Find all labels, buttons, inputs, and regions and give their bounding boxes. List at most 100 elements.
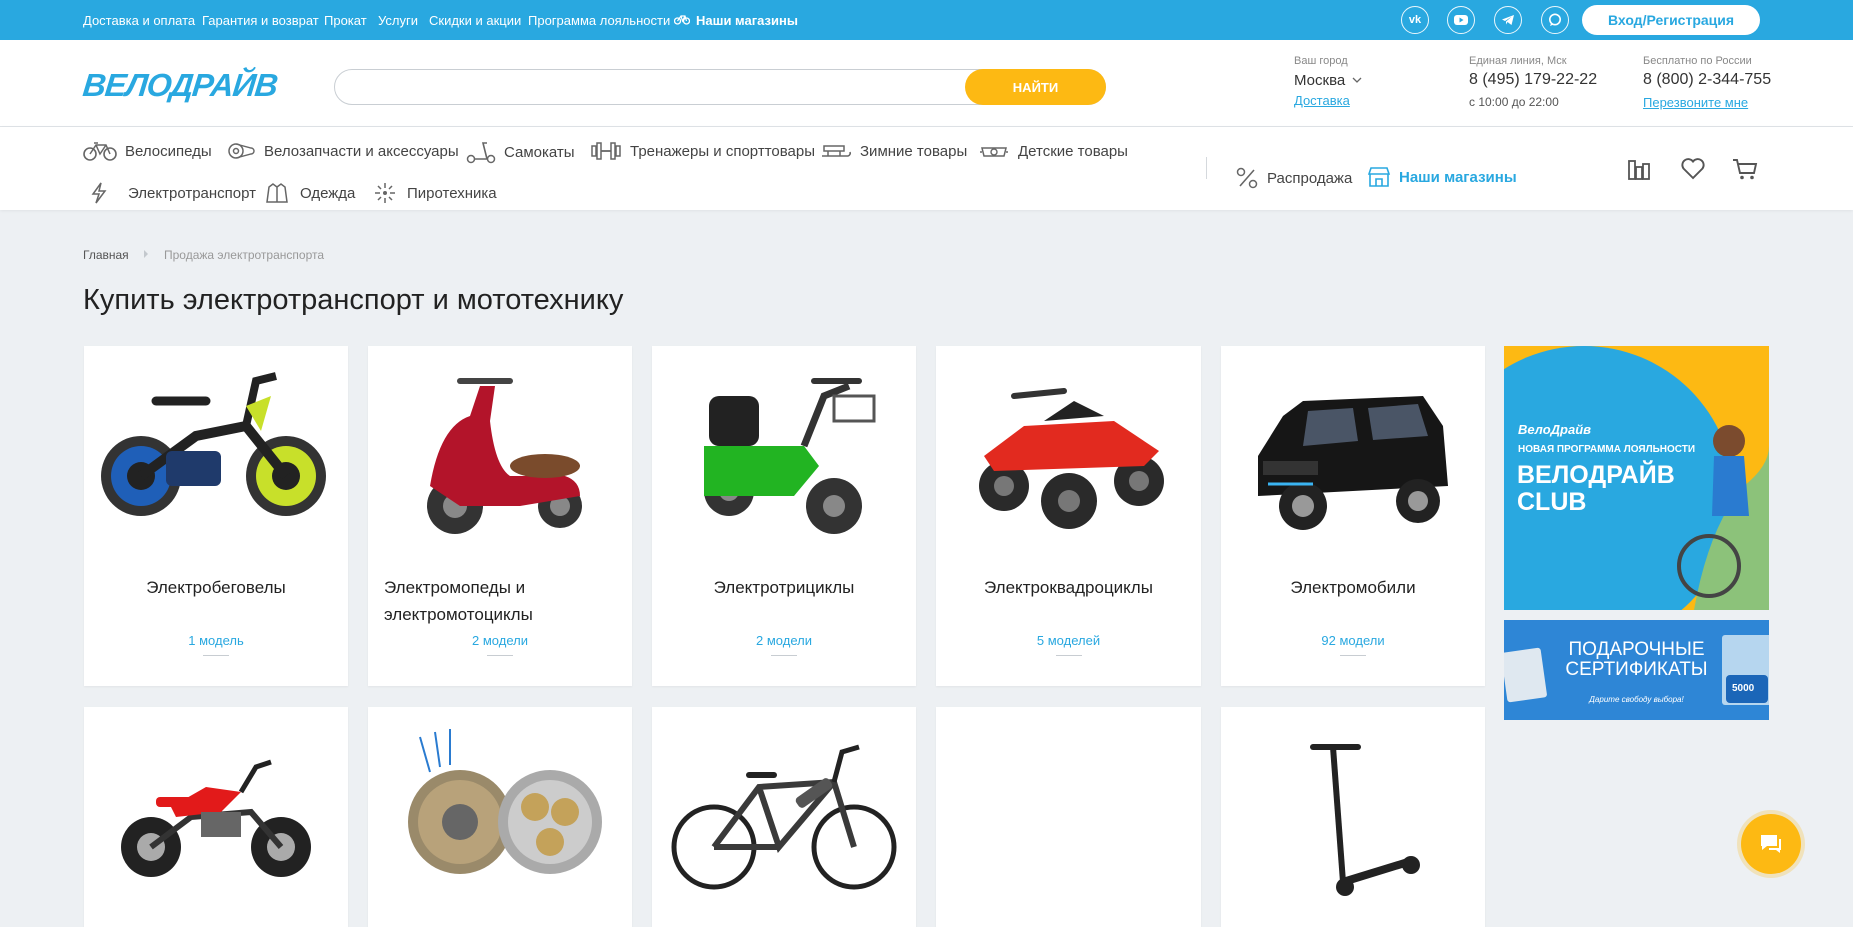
loyalty-subtitle: НОВАЯ ПРОГРАММА ЛОЯЛЬНОСТИ <box>1518 444 1696 455</box>
login-button[interactable]: Вход/Регистрация <box>1582 5 1760 35</box>
hotline-phone[interactable]: 8 (495) 179-22-22 <box>1469 71 1597 89</box>
loyalty-banner[interactable]: ВелоДрайв НОВАЯ ПРОГРАММА ЛОЯЛЬНОСТИ ВЕЛ… <box>1504 346 1769 610</box>
category-count: 5 моделей <box>1036 633 1101 648</box>
top-link-rental[interactable]: Прокат <box>324 13 367 28</box>
compare-icon[interactable] <box>1627 157 1651 181</box>
category-image <box>368 707 632 917</box>
top-link-delivery[interactable]: Доставка и оплата <box>83 13 195 28</box>
nav-item-kids[interactable]: Детские товары <box>978 140 1128 162</box>
firework-icon <box>374 182 396 204</box>
loyalty-title-line1: ВЕЛОДРАЙВ <box>1517 461 1675 489</box>
breadcrumb-home[interactable]: Главная <box>83 248 129 262</box>
city-label: Ваш город <box>1294 55 1348 67</box>
category-count: 2 модели <box>472 633 528 648</box>
category-card[interactable] <box>652 707 916 927</box>
card-divider <box>1340 655 1366 656</box>
category-image <box>84 707 348 917</box>
youtube-icon[interactable] <box>1447 6 1475 34</box>
loyalty-title: ВЕЛОДРАЙВ CLUB <box>1517 462 1675 516</box>
jacket-icon <box>265 182 289 204</box>
nav-item-label: Электротранспорт <box>128 184 257 202</box>
search-input[interactable] <box>353 70 973 104</box>
nav-item-label: Велосипеды <box>125 142 212 160</box>
sled-icon <box>820 140 852 162</box>
category-card[interactable]: Электромобили 92 модели <box>1221 346 1485 686</box>
telegram-icon[interactable] <box>1494 6 1522 34</box>
card-divider <box>1055 655 1082 656</box>
category-title: Электротрициклы <box>713 578 855 597</box>
nav-stores-label: Наши магазины <box>1399 168 1517 186</box>
category-card[interactable] <box>1221 707 1485 927</box>
category-title: Электроквадроциклы <box>984 578 1153 597</box>
category-title: Электробеговелы <box>146 578 286 597</box>
nav-item-label: Тренажеры и спорттовары <box>630 142 816 160</box>
nav-item-parts[interactable]: Велозапчасти и аксессуары <box>226 140 459 162</box>
category-card[interactable]: Электромопеды и электромотоциклы 2 модел… <box>368 346 632 686</box>
chat-bubble-icon[interactable] <box>1541 6 1569 34</box>
chat-button[interactable] <box>1741 814 1801 874</box>
nav-sale[interactable]: Распродажа <box>1235 166 1352 190</box>
stroller-icon <box>978 140 1010 162</box>
top-link-stores[interactable]: Наши магазины <box>696 13 798 28</box>
logo[interactable]: ВЕЛОДРАЙВ <box>81 67 279 104</box>
category-card[interactable]: Электроквадроциклы 5 моделей <box>936 346 1201 686</box>
category-image <box>1221 707 1485 917</box>
nav-item-label: Самокаты <box>504 143 575 161</box>
nav-stores[interactable]: Наши магазины <box>1367 166 1517 188</box>
free-call-phone[interactable]: 8 (800) 2-344-755 <box>1643 71 1771 89</box>
category-card[interactable] <box>84 707 348 927</box>
category-card[interactable] <box>936 707 1201 927</box>
breadcrumb-separator-icon <box>143 249 149 259</box>
gift-title-line2: СЕРТИФИКАТЫ <box>1565 659 1708 680</box>
top-link-loyalty[interactable]: Программа лояльности <box>528 13 670 28</box>
top-link-warranty[interactable]: Гарантия и возврат <box>202 13 319 28</box>
nav-item-fitness[interactable]: Тренажеры и спорттовары <box>590 140 815 162</box>
nav-item-label: Зимние товары <box>860 142 968 160</box>
category-card[interactable]: Электротрициклы 2 модели <box>652 346 916 686</box>
nav-item-label: Пиротехника <box>407 184 497 202</box>
card-divider <box>487 655 513 656</box>
breadcrumb-current: Продажа электротранспорта <box>164 248 325 262</box>
gift-title-line1: ПОДАРОЧНЫЕ <box>1568 639 1705 660</box>
free-call-label: Бесплатно по России <box>1643 55 1752 67</box>
top-link-services[interactable]: Услуги <box>378 13 418 28</box>
top-link-discounts[interactable]: Скидки и акции <box>429 13 521 28</box>
category-card[interactable] <box>368 707 632 927</box>
callback-link[interactable]: Перезвоните мне <box>1643 95 1748 110</box>
category-image <box>84 346 348 556</box>
search-button[interactable]: НАЙТИ <box>965 69 1106 105</box>
delivery-link[interactable]: Доставка <box>1294 93 1350 108</box>
card-divider <box>771 655 797 656</box>
nav-item-clothing[interactable]: Одежда <box>265 182 355 204</box>
category-count: 92 модели <box>1321 633 1385 648</box>
gift-amount: 5000 <box>1732 683 1755 694</box>
gift-title: ПОДАРОЧНЫЕ СЕРТИФИКАТЫ <box>1504 640 1769 680</box>
chat-icon <box>1758 832 1784 856</box>
nav-item-label: Одежда <box>300 184 356 202</box>
percent-icon <box>1235 166 1259 190</box>
nav-item-pyro[interactable]: Пиротехника <box>374 182 497 204</box>
lightning-icon <box>89 182 109 204</box>
hotline-hours: с 10:00 до 22:00 <box>1469 95 1559 109</box>
category-image <box>936 346 1201 556</box>
bike-icon <box>674 13 690 25</box>
nav-item-scooters[interactable]: Самокаты <box>466 140 575 164</box>
gear-chain-icon <box>226 140 256 162</box>
nav-item-winter[interactable]: Зимние товары <box>820 140 967 162</box>
gift-card-banner[interactable]: ПОДАРОЧНЫЕ СЕРТИФИКАТЫ Дарите свободу вы… <box>1504 620 1769 720</box>
heart-icon[interactable] <box>1680 157 1706 181</box>
nav-item-label: Велозапчасти и аксессуары <box>264 142 459 160</box>
store-icon <box>1367 166 1391 188</box>
category-image <box>652 707 916 917</box>
city-value: Москва <box>1294 72 1346 89</box>
nav-sale-label: Распродажа <box>1267 169 1353 187</box>
nav-item-label: Детские товары <box>1018 142 1128 160</box>
page-title: Купить электротранспорт и мототехнику <box>83 284 624 316</box>
nav-item-electro[interactable]: Электротранспорт <box>89 182 256 204</box>
nav-item-bicycles[interactable]: Велосипеды <box>83 140 212 162</box>
vk-icon[interactable]: vk <box>1401 6 1429 34</box>
cart-icon[interactable] <box>1732 157 1758 181</box>
city-select[interactable]: Москва <box>1294 72 1362 89</box>
category-count: 1 модель <box>188 633 244 648</box>
category-card[interactable]: Электробеговелы 1 модель <box>84 346 348 686</box>
